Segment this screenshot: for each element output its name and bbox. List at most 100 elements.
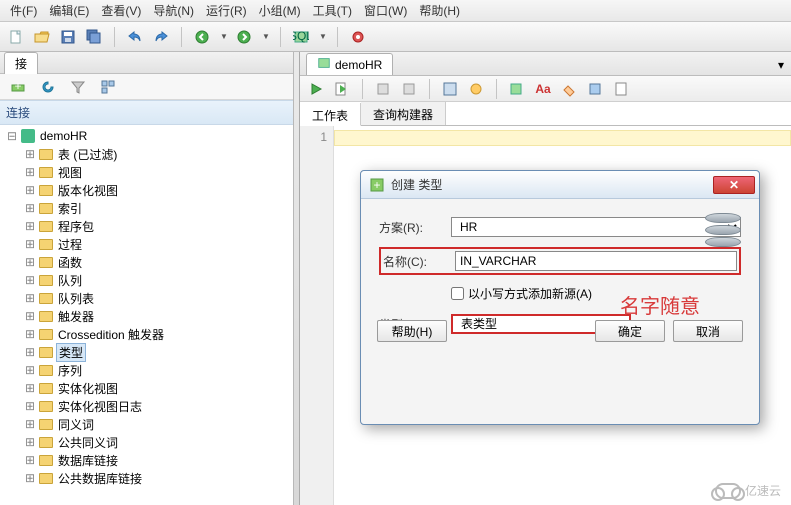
close-icon[interactable]: ✕ (713, 176, 755, 194)
rollback-icon[interactable] (399, 79, 419, 99)
expand-icon[interactable]: ⊞ (24, 237, 36, 251)
clear-icon[interactable] (559, 79, 579, 99)
expand-icon[interactable]: ⊞ (24, 327, 36, 341)
settings-icon[interactable] (585, 79, 605, 99)
dropdown-icon[interactable]: ▼ (220, 32, 228, 41)
new-connection-icon[interactable]: + (8, 77, 28, 97)
expand-icon[interactable]: ⊞ (24, 273, 36, 287)
expand-icon[interactable]: ⊞ (24, 147, 36, 161)
expand-icon[interactable]: ⊞ (24, 309, 36, 323)
save-icon[interactable] (58, 27, 78, 47)
autotrace-icon[interactable] (466, 79, 486, 99)
tree-item[interactable]: ⊞触发器 (20, 307, 293, 325)
saveall-icon[interactable] (84, 27, 104, 47)
tree-item[interactable]: ⊞索引 (20, 199, 293, 217)
refresh-icon[interactable] (38, 77, 58, 97)
tree-item-label: 数据库链接 (56, 452, 120, 469)
connections-tab[interactable]: 接 (4, 52, 38, 74)
help-button[interactable]: 帮助(H) (377, 320, 447, 342)
tree-item-label: 类型 (56, 343, 86, 362)
tree-item[interactable]: ⊞ 版本化视图 (20, 181, 293, 199)
tree-item[interactable]: ⊞表 (已过滤) (20, 145, 293, 163)
menu-file[interactable]: 件(F) (4, 0, 43, 21)
tree-item[interactable]: ⊞公共数据库链接 (20, 469, 293, 487)
menu-run[interactable]: 运行(R) (200, 0, 253, 21)
new-icon[interactable] (6, 27, 26, 47)
dropdown-icon[interactable]: ▼ (262, 32, 270, 41)
expand-icon[interactable]: ⊞ (24, 453, 36, 467)
debug-icon[interactable] (348, 27, 368, 47)
run-icon[interactable] (306, 79, 326, 99)
commit-icon[interactable] (373, 79, 393, 99)
menu-navigate[interactable]: 导航(N) (147, 0, 200, 21)
tab-menu-icon[interactable]: ▾ (771, 55, 791, 75)
sql-history-icon[interactable] (507, 79, 527, 99)
undo-icon[interactable] (125, 27, 145, 47)
menu-edit[interactable]: 编辑(E) (43, 0, 95, 21)
open-icon[interactable] (32, 27, 52, 47)
sql-icon[interactable]: SQL (291, 27, 311, 47)
tree-item-label: 版本化视图 (56, 182, 120, 199)
tree-item[interactable]: ⊞公共同义词 (20, 433, 293, 451)
tree-item[interactable]: ⊞过程 (20, 235, 293, 253)
expand-icon[interactable]: ⊞ (24, 417, 36, 431)
expand-icon[interactable]: ⊞ (24, 219, 36, 233)
forward-icon[interactable] (234, 27, 254, 47)
expand-icon[interactable]: ⊞ (24, 363, 36, 377)
cancel-button[interactable]: 取消 (673, 320, 743, 342)
expand-icon[interactable]: ⊞ (24, 471, 36, 485)
report-icon[interactable] (611, 79, 631, 99)
tree-item[interactable]: ⊞Crossedition 触发器 (20, 325, 293, 343)
expand-icon[interactable]: ⊞ (24, 435, 36, 449)
tree-item[interactable]: ⊞ 函数 (20, 253, 293, 271)
menu-team[interactable]: 小组(M) (253, 0, 307, 21)
tree-item[interactable]: ⊞ 类型 (20, 343, 293, 361)
menu-view[interactable]: 查看(V) (95, 0, 147, 21)
tree-item-label: 函数 (56, 254, 84, 271)
case-icon[interactable]: Aa (533, 79, 553, 99)
lowercase-label: 以小写方式添加新源(A) (468, 285, 592, 302)
expand-icon[interactable]: ⊞ (24, 165, 36, 179)
tree-item[interactable]: ⊞视图 (20, 163, 293, 181)
expand-icon[interactable]: ⊞ (24, 381, 36, 395)
connection-tree[interactable]: ⊟ demoHR ⊞表 (已过滤)⊞视图⊞版本化视图⊞索引⊞程序包⊞过程⊞函数⊞… (0, 125, 293, 505)
lowercase-checkbox[interactable] (451, 287, 464, 300)
left-toolbar: + (0, 74, 293, 100)
dialog-titlebar[interactable]: + 创建 类型 ✕ (361, 171, 759, 199)
redo-icon[interactable] (151, 27, 171, 47)
expand-icon[interactable]: ⊞ (24, 201, 36, 215)
expand-icon[interactable] (98, 77, 118, 97)
expand-icon[interactable]: ⊞ (24, 291, 36, 305)
name-field[interactable] (455, 251, 737, 271)
collapse-icon[interactable]: ⊟ (6, 129, 18, 143)
tree-item[interactable]: ⊞同义词 (20, 415, 293, 433)
dropdown-icon[interactable]: ▼ (319, 32, 327, 41)
ws-tab-worksheet[interactable]: 工作表 (300, 103, 361, 126)
left-tabrow: 接 (0, 52, 293, 74)
back-icon[interactable] (192, 27, 212, 47)
filter-icon[interactable] (68, 77, 88, 97)
expand-icon[interactable]: ⊞ (24, 255, 36, 269)
expand-icon[interactable]: ⊞ (24, 345, 36, 359)
ok-button[interactable]: 确定 (595, 320, 665, 342)
expand-icon[interactable]: ⊞ (24, 183, 36, 197)
editor-tab[interactable]: demoHR (306, 53, 393, 75)
explain-icon[interactable] (440, 79, 460, 99)
tree-item[interactable]: ⊞实体化视图日志 (20, 397, 293, 415)
menu-window[interactable]: 窗口(W) (358, 0, 413, 21)
tree-item-label: 程序包 (56, 218, 96, 235)
tree-item[interactable]: ⊞队列 (20, 271, 293, 289)
scheme-select[interactable]: HR (451, 217, 741, 237)
run-script-icon[interactable] (332, 79, 352, 99)
expand-icon[interactable]: ⊞ (24, 399, 36, 413)
tree-item[interactable]: ⊞序列 (20, 361, 293, 379)
menu-help[interactable]: 帮助(H) (413, 0, 466, 21)
folder-icon (38, 326, 54, 342)
ws-tab-querybuilder[interactable]: 查询构建器 (361, 102, 446, 125)
tree-root[interactable]: ⊟ demoHR (2, 127, 293, 145)
tree-item[interactable]: ⊞ 数据库链接 (20, 451, 293, 469)
menu-tools[interactable]: 工具(T) (307, 0, 358, 21)
tree-item[interactable]: ⊞实体化视图 (20, 379, 293, 397)
tree-item[interactable]: ⊞ 程序包 (20, 217, 293, 235)
tree-item[interactable]: ⊞队列表 (20, 289, 293, 307)
